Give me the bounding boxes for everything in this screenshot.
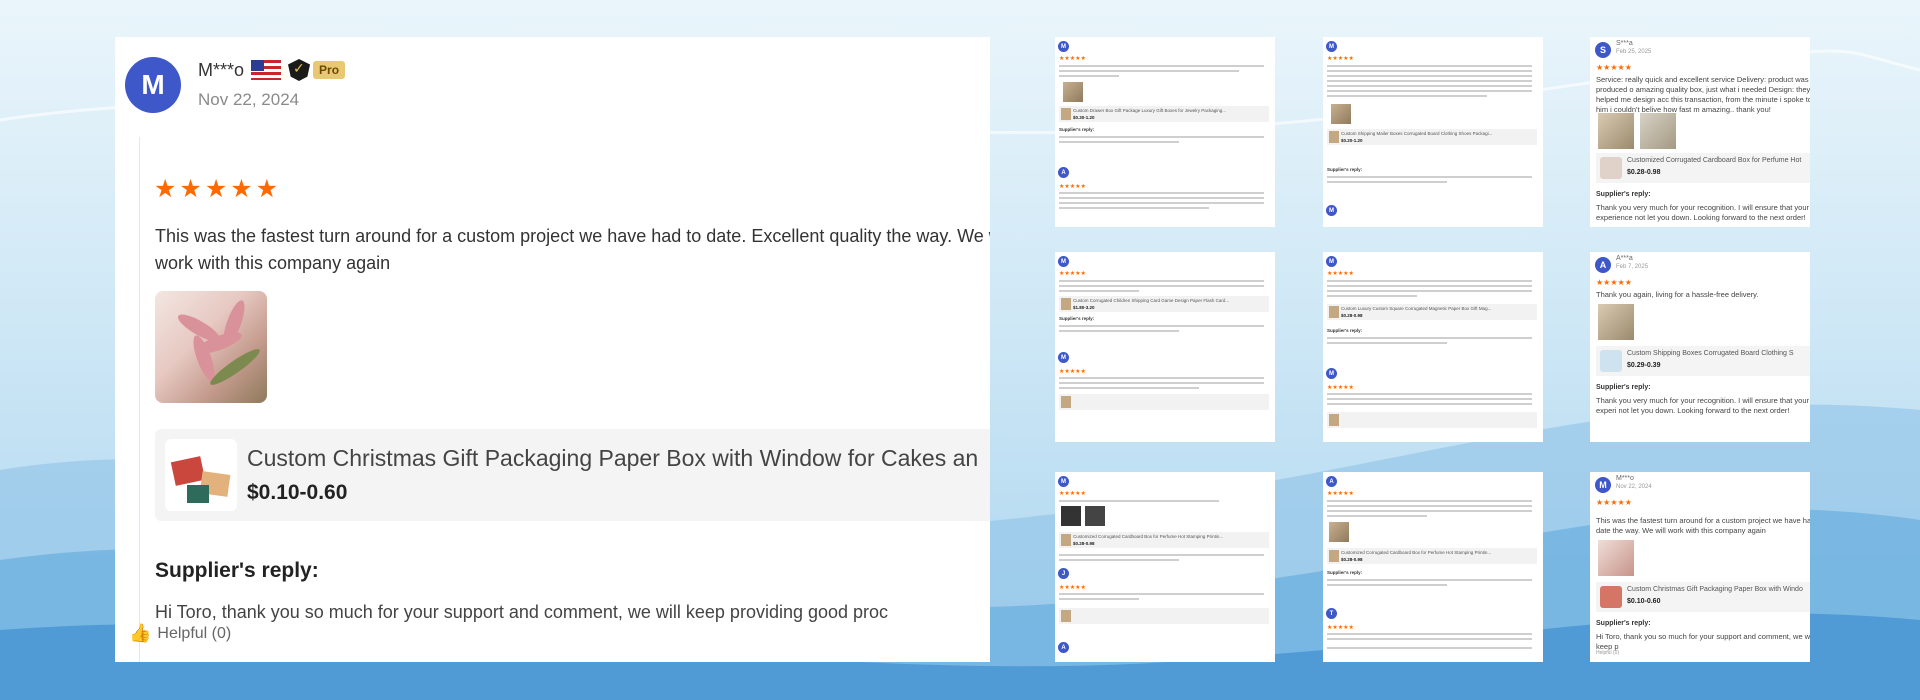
right-reply-text: Thank you very much for your recognition…: [1596, 396, 1810, 415]
helpful-label: Helpful (0): [157, 624, 232, 642]
right-avatar: A: [1595, 257, 1611, 273]
right-date: Nov 22, 2024: [1616, 484, 1652, 490]
right-product-title: Customized Corrugated Cardboard Box for …: [1627, 157, 1802, 164]
mini-review-card: A ★★★★★ Customized Corrugated Cardboard …: [1323, 472, 1543, 662]
right-date: Feb 25, 2025: [1616, 49, 1652, 55]
right-product-price: $0.29-0.39: [1627, 362, 1661, 369]
right-product-price: $0.10-0.60: [1627, 598, 1661, 605]
mini-product-price: $0.20-1.20: [1341, 138, 1363, 143]
mini-review-card: M ★★★★★ Custom Drawer Box Gift Package L…: [1055, 37, 1275, 227]
right-product[interactable]: Custom Shipping Boxes Corrugated Board C…: [1596, 346, 1810, 376]
right-product[interactable]: Custom Christmas Gift Packaging Paper Bo…: [1596, 582, 1810, 612]
mini-review-card: M ★★★★★ Custom Corrugated Children Shipp…: [1055, 252, 1275, 442]
mini-avatar: M: [1058, 476, 1069, 487]
review-photo[interactable]: [155, 291, 267, 403]
thumbs-up-icon: 👍: [129, 623, 152, 643]
right-reply-title: Supplier's reply:: [1596, 620, 1651, 627]
right-reply-title: Supplier's reply:: [1596, 191, 1651, 198]
mini-product-price: $0.28-0.98: [1341, 557, 1363, 562]
right-name: A***a: [1616, 255, 1633, 262]
mini-product-title: Custom Shipping Mailer Boxes Corrugated …: [1341, 131, 1493, 136]
helpful-button[interactable]: 👍 Helpful (0): [129, 623, 231, 644]
mini-avatar: A: [1326, 476, 1337, 487]
mini-product[interactable]: Custom Corrugated Children Shipping Card…: [1059, 296, 1269, 312]
mini-product[interactable]: Custom Shipping Mailer Boxes Corrugated …: [1327, 129, 1537, 145]
right-reply-text: Thank you very much for your recognition…: [1596, 203, 1810, 222]
supplier-reply-text: Hi Toro, thank you so much for your supp…: [155, 602, 889, 622]
right-stars: ★★★★★: [1596, 278, 1632, 287]
mini-product-title: Customized Corrugated Cardboard Box for …: [1073, 534, 1224, 539]
right-avatar: S: [1595, 42, 1611, 58]
review-body: ★★★★★ This was the fastest turn around f…: [139, 137, 990, 662]
mini-avatar: M: [1058, 41, 1069, 52]
mini-product-price: $0.28-0.98: [1073, 541, 1095, 546]
reviewer-name: M***o: [198, 59, 245, 80]
mini-avatar: M: [1326, 205, 1337, 216]
mini-avatar: M: [1326, 41, 1337, 52]
right-name: S***a: [1616, 40, 1633, 47]
mini-product-title: Customized Corrugated Cardboard Box for …: [1341, 550, 1492, 555]
mini-avatar: A: [1058, 167, 1069, 178]
mini-reply-title: Supplier's reply:: [1327, 570, 1363, 575]
review-text: This was the fastest turn around for a c…: [155, 226, 990, 273]
mini-product-price: $0.30-1.20: [1073, 115, 1095, 120]
right-review-card: S S***a Feb 25, 2025 ★★★★★ Service: real…: [1590, 37, 1810, 227]
pro-badge: Pro: [313, 61, 346, 79]
right-date: Feb 7, 2025: [1616, 264, 1649, 270]
right-stars: ★★★★★: [1596, 63, 1632, 72]
right-product[interactable]: Customized Corrugated Cardboard Box for …: [1596, 153, 1810, 183]
mini-review-card: M ★★★★★ Customized Corrugated Cardboard …: [1055, 472, 1275, 662]
verified-shield-icon: [288, 59, 311, 81]
right-reply-title: Supplier's reply:: [1596, 384, 1651, 391]
mini-product[interactable]: Customized Corrugated Cardboard Box for …: [1059, 532, 1269, 548]
mini-avatar: T: [1326, 608, 1337, 619]
mini-review-card: M ★★★★★ Custom Shipping Mailer Boxes Cor…: [1323, 37, 1543, 227]
mini-avatar: M: [1326, 368, 1337, 379]
mini-product-title: Custom Drawer Box Gift Package Luxury Gi…: [1073, 108, 1227, 113]
right-product-title: Custom Christmas Gift Packaging Paper Bo…: [1627, 586, 1803, 593]
reviewer-avatar: M: [125, 57, 181, 113]
main-review-card: M M***o Pro Nov 22, 2024 ★★★★★ This was …: [115, 37, 990, 662]
right-reply-text: Hi Toro, thank you so much for your supp…: [1596, 632, 1810, 651]
mini-product-title: Custom Luxury Custom Square Corrugated M…: [1341, 306, 1492, 311]
right-product-title: Custom Shipping Boxes Corrugated Board C…: [1627, 350, 1794, 357]
mini-product-price: $0.28-0.98: [1341, 313, 1363, 318]
mini-avatar: M: [1058, 352, 1069, 363]
us-flag-icon: [251, 60, 282, 80]
right-text: Thank you again, living for a hassle-fre…: [1596, 290, 1759, 299]
mini-product-title: Custom Corrugated Children Shipping Card…: [1073, 298, 1230, 303]
right-name: M***o: [1616, 475, 1634, 482]
right-review-card: A A***a Feb 7, 2025 ★★★★★ Thank you agai…: [1590, 252, 1810, 442]
right-product-price: $0.28-0.98: [1627, 169, 1661, 176]
mini-reply-title: Supplier's reply:: [1327, 328, 1363, 333]
mini-product[interactable]: Custom Drawer Box Gift Package Luxury Gi…: [1059, 106, 1269, 122]
mini-reply-title: Supplier's reply:: [1327, 167, 1363, 172]
mini-product[interactable]: Customized Corrugated Cardboard Box for …: [1327, 548, 1537, 564]
right-avatar: M: [1595, 477, 1611, 493]
right-text: This was the fastest turn around for a c…: [1596, 516, 1810, 535]
mini-reply-title: Supplier's reply:: [1059, 316, 1095, 321]
review-date: Nov 22, 2024: [198, 90, 300, 109]
right-stars: ★★★★★: [1596, 498, 1632, 507]
supplier-reply-title: Supplier's reply:: [155, 559, 319, 582]
product-thumbnail: [165, 439, 237, 511]
right-text: Service: really quick and excellent serv…: [1596, 75, 1810, 114]
reviewer-name-row: M***o Pro: [198, 59, 346, 81]
mini-reply-title: Supplier's reply:: [1059, 127, 1095, 132]
product-title: Custom Christmas Gift Packaging Paper Bo…: [247, 445, 979, 471]
mini-review-card: M ★★★★★ Custom Luxury Custom Square Corr…: [1323, 252, 1543, 442]
mini-product-price: $1.80-3.20: [1073, 305, 1095, 310]
mini-avatar: M: [1326, 256, 1337, 267]
mini-avatar: M: [1058, 256, 1069, 267]
rating-stars: ★★★★★: [154, 175, 282, 203]
mini-stars: ★★★★★: [1059, 56, 1086, 62]
mini-product[interactable]: Custom Luxury Custom Square Corrugated M…: [1327, 304, 1537, 320]
product-price: $0.10-0.60: [247, 481, 348, 504]
mini-avatar: J: [1058, 568, 1069, 579]
product-link[interactable]: Custom Christmas Gift Packaging Paper Bo…: [155, 429, 990, 521]
right-review-card: M M***o Nov 22, 2024 ★★★★★ This was the …: [1590, 472, 1810, 662]
right-helpful[interactable]: Helpful (0): [1596, 650, 1619, 656]
